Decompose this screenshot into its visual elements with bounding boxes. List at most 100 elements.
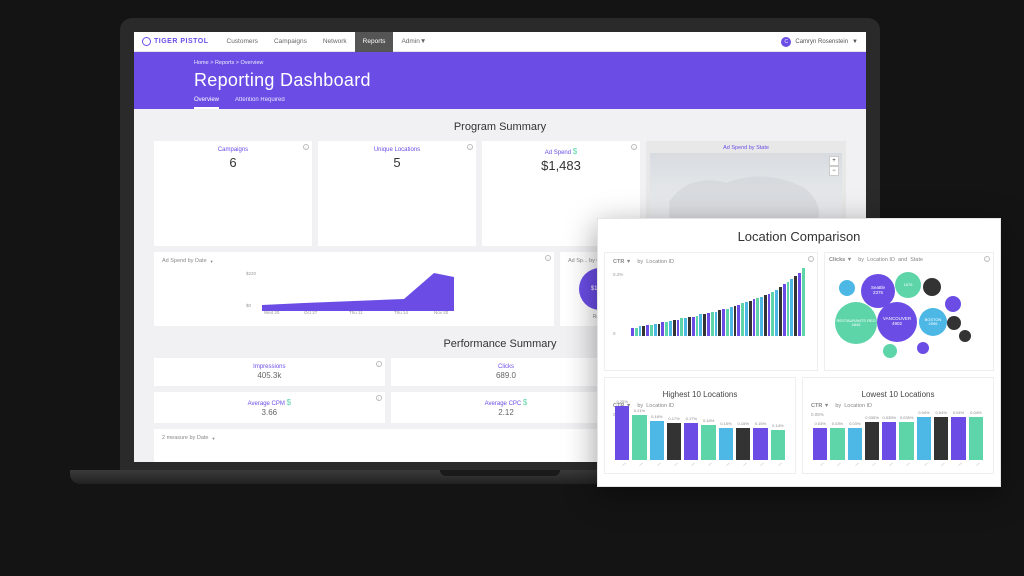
bar[interactable]: [775, 290, 778, 336]
bar[interactable]: 0.04%—: [969, 417, 983, 467]
bubble[interactable]: 1676: [895, 272, 921, 298]
bar[interactable]: [684, 318, 687, 336]
info-icon[interactable]: i: [808, 256, 814, 262]
bar[interactable]: 0.15%—: [736, 428, 750, 467]
chart-header[interactable]: CTR ▼ by Location ID: [811, 403, 985, 409]
bar[interactable]: 0.035%—: [865, 422, 879, 467]
bar[interactable]: [722, 309, 725, 336]
bubble[interactable]: VANCOUVER4902: [877, 302, 917, 342]
info-icon[interactable]: i: [631, 144, 637, 150]
bar[interactable]: 0.04%—: [917, 417, 931, 467]
map-zoom-in[interactable]: +: [829, 156, 839, 166]
bar[interactable]: [680, 318, 683, 336]
user-menu[interactable]: C Camryn Rosenstein ▼: [781, 37, 858, 47]
bar[interactable]: 0.03%—: [813, 428, 827, 467]
bar[interactable]: [635, 328, 638, 336]
bubble[interactable]: [947, 316, 961, 330]
bar[interactable]: [673, 320, 676, 336]
info-icon[interactable]: i: [303, 144, 309, 150]
bar[interactable]: [753, 299, 756, 336]
breadcrumb[interactable]: Home > Reports > Overview: [194, 60, 806, 66]
nav-reports[interactable]: Reports: [355, 32, 394, 52]
bar[interactable]: [639, 326, 642, 336]
bar[interactable]: [677, 320, 680, 336]
chart-header[interactable]: CTR ▼ by Location ID: [613, 259, 809, 265]
bubble[interactable]: [923, 278, 941, 296]
info-icon[interactable]: i: [984, 256, 990, 262]
bar[interactable]: [737, 305, 740, 336]
bubble[interactable]: [917, 342, 929, 354]
bar[interactable]: 0.03%—: [830, 428, 844, 467]
info-icon[interactable]: i: [467, 144, 473, 150]
bar[interactable]: 0.03%—: [848, 428, 862, 467]
brand-logo[interactable]: TIGER PISTOL: [142, 37, 209, 46]
bar[interactable]: [688, 317, 691, 336]
info-icon[interactable]: i: [376, 395, 382, 401]
tab-attention[interactable]: Attention Required: [235, 97, 285, 109]
bar[interactable]: [779, 287, 782, 336]
bar[interactable]: [658, 324, 661, 336]
info-icon[interactable]: i: [376, 361, 382, 367]
bar[interactable]: [665, 322, 668, 336]
bar[interactable]: 0.035%—: [882, 422, 896, 467]
bar[interactable]: [749, 301, 752, 336]
bar[interactable]: [760, 297, 763, 336]
bar[interactable]: [802, 268, 805, 336]
bar[interactable]: [787, 282, 790, 336]
bar[interactable]: [734, 306, 737, 336]
bar[interactable]: [711, 312, 714, 336]
bar[interactable]: 0.04%—: [934, 417, 948, 467]
map-zoom-out[interactable]: −: [829, 166, 839, 176]
bubble[interactable]: [839, 280, 855, 296]
nav-network[interactable]: Network: [315, 32, 355, 52]
bar[interactable]: 0.17%—: [667, 423, 681, 467]
bar[interactable]: [756, 298, 759, 336]
bar[interactable]: [726, 309, 729, 336]
bar[interactable]: [745, 302, 748, 336]
chart-header[interactable]: Clicks ▼ by Location ID and State: [829, 257, 989, 263]
bar[interactable]: [669, 321, 672, 336]
bubble[interactable]: [945, 296, 961, 312]
bar[interactable]: 0.25%—: [615, 406, 629, 467]
chart-header[interactable]: Ad Spend by Date ▼: [162, 258, 546, 264]
bar[interactable]: [650, 325, 653, 336]
bar[interactable]: [631, 328, 634, 336]
bar[interactable]: [715, 312, 718, 336]
bar[interactable]: [707, 313, 710, 336]
bar[interactable]: [642, 326, 645, 336]
nav-admin[interactable]: Admin ▼: [393, 32, 434, 52]
bar[interactable]: [696, 316, 699, 336]
bar[interactable]: [718, 310, 721, 336]
bar[interactable]: 0.16%—: [701, 425, 715, 467]
bar[interactable]: [783, 284, 786, 336]
bubble[interactable]: [883, 344, 897, 358]
bar[interactable]: 0.035%—: [899, 422, 913, 467]
bar[interactable]: 0.18%—: [650, 421, 664, 467]
bar[interactable]: 0.17%—: [684, 423, 698, 467]
bar[interactable]: [790, 279, 793, 336]
bar[interactable]: [798, 273, 801, 336]
info-icon[interactable]: i: [545, 255, 551, 261]
bar[interactable]: [692, 317, 695, 336]
bar[interactable]: 0.21%—: [632, 415, 646, 467]
bubble[interactable]: BOSTON2596: [919, 308, 947, 336]
bar[interactable]: 0.15%—: [719, 428, 733, 467]
bar[interactable]: 0.04%—: [951, 417, 965, 467]
bar[interactable]: [661, 322, 664, 336]
bar[interactable]: [741, 303, 744, 336]
nav-customers[interactable]: Customers: [219, 32, 266, 52]
bar[interactable]: [699, 314, 702, 336]
bubble[interactable]: [959, 330, 971, 342]
bar[interactable]: [646, 325, 649, 336]
tab-overview[interactable]: Overview: [194, 97, 219, 109]
bar[interactable]: [771, 292, 774, 336]
nav-campaigns[interactable]: Campaigns: [266, 32, 315, 52]
bar[interactable]: [794, 276, 797, 336]
bar[interactable]: 0.14%—: [771, 430, 785, 467]
bar[interactable]: [730, 307, 733, 336]
bar[interactable]: [654, 324, 657, 336]
bubble[interactable]: RESTAURANTS RED4845: [835, 302, 877, 344]
bar[interactable]: [768, 294, 771, 336]
bar[interactable]: 0.15%—: [753, 428, 767, 467]
bar[interactable]: [764, 295, 767, 336]
